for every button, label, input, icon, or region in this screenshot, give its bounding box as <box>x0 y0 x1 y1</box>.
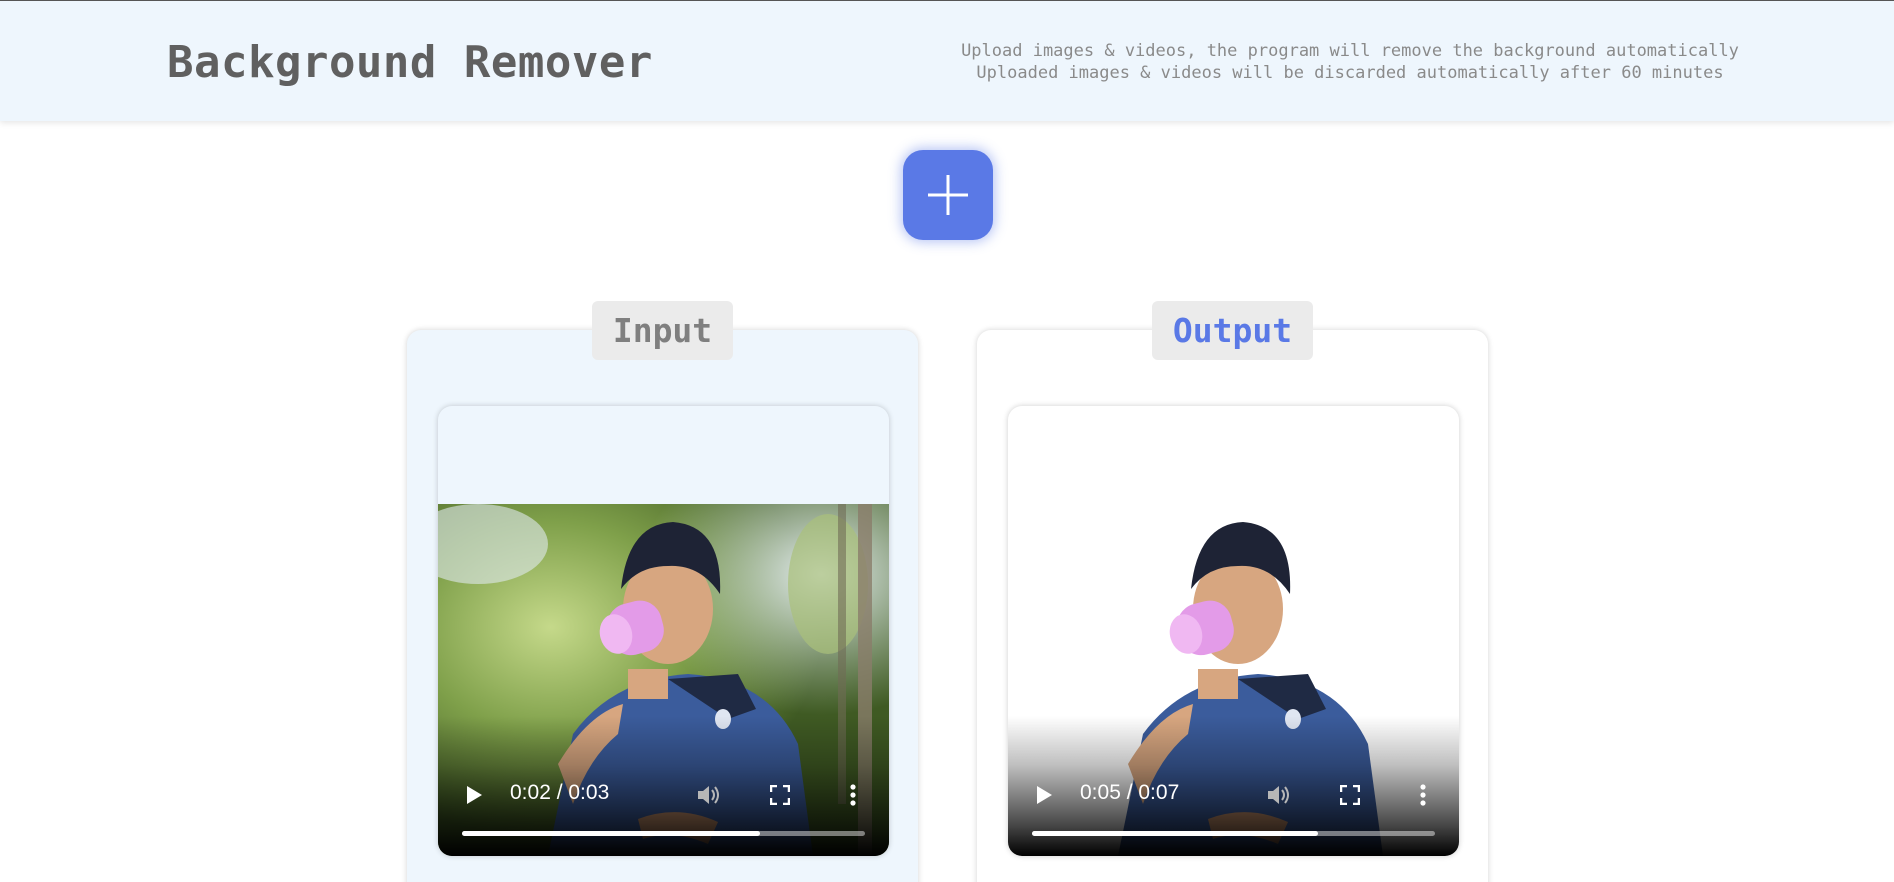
fullscreen-icon[interactable] <box>1340 785 1360 805</box>
header-subtitle: Upload images & videos, the program will… <box>930 40 1770 84</box>
output-video-progress-fill <box>1032 831 1319 836</box>
output-video-controls: 0:05 / 0:07 <box>1008 716 1459 856</box>
app-header: Background Remover Upload images & video… <box>0 0 1894 121</box>
input-video-progress-fill <box>462 831 761 836</box>
subtitle-line-upload: Upload images & videos, the program will… <box>961 41 1739 61</box>
play-icon[interactable] <box>1034 784 1054 806</box>
app-title: Background Remover <box>167 37 653 88</box>
output-video-player[interactable]: 0:05 / 0:07 <box>1008 406 1459 856</box>
output-video-time: 0:05 / 0:07 <box>1080 781 1180 804</box>
volume-icon[interactable] <box>696 783 722 807</box>
subtitle-line-discard: Uploaded images & videos will be discard… <box>976 63 1724 83</box>
add-upload-button[interactable] <box>903 150 993 240</box>
plus-icon <box>928 175 968 215</box>
input-label: Input <box>592 301 733 360</box>
more-vert-icon[interactable] <box>1419 784 1427 806</box>
output-video-progress-bar[interactable] <box>1032 831 1435 836</box>
volume-icon[interactable] <box>1266 783 1292 807</box>
play-icon[interactable] <box>464 784 484 806</box>
input-video-time: 0:02 / 0:03 <box>510 781 610 804</box>
more-vert-icon[interactable] <box>849 784 857 806</box>
output-label: Output <box>1152 301 1313 360</box>
fullscreen-icon[interactable] <box>770 785 790 805</box>
input-video-player[interactable]: 0:02 / 0:03 <box>438 406 889 856</box>
input-video-controls: 0:02 / 0:03 <box>438 716 889 856</box>
input-video-progress-bar[interactable] <box>462 831 865 836</box>
